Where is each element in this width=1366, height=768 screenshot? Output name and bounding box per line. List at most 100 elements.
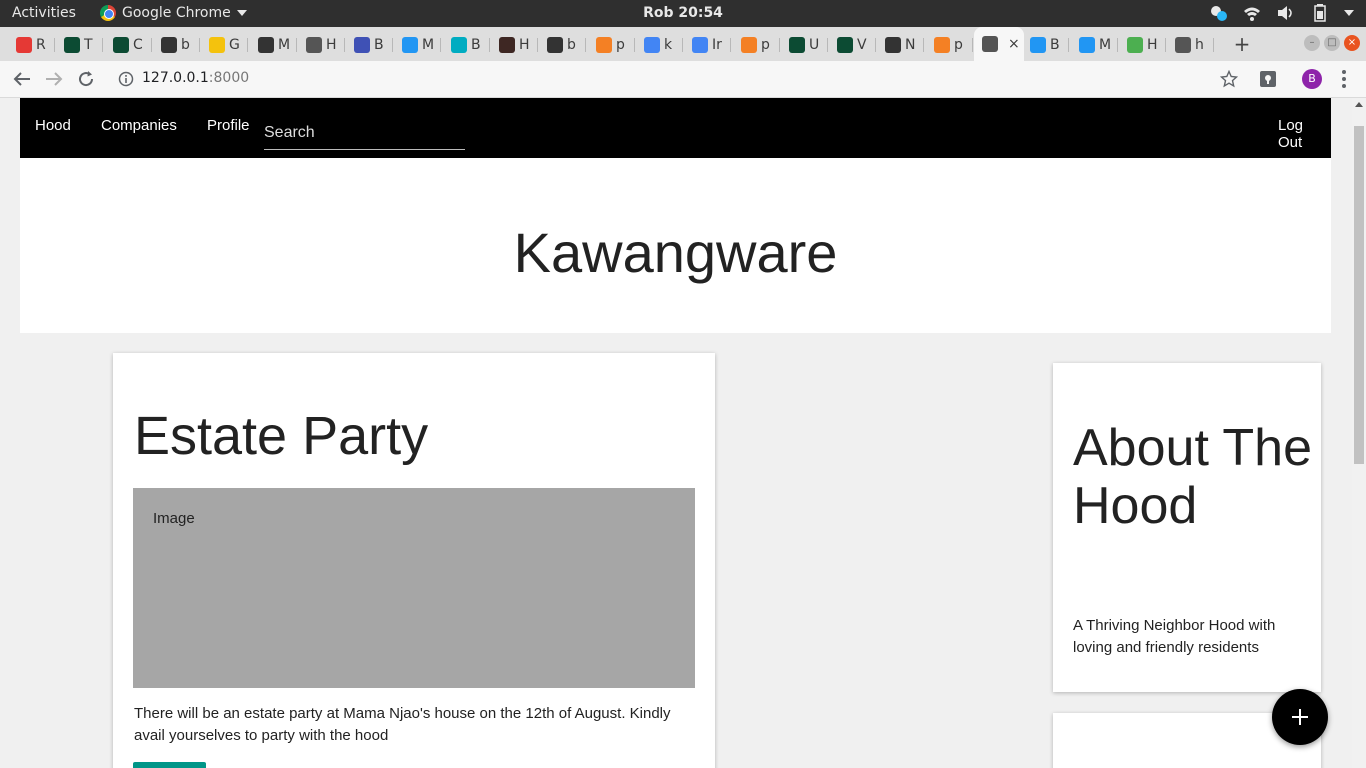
post-action-button[interactable] bbox=[133, 762, 206, 768]
browser-tab[interactable]: G bbox=[201, 32, 248, 58]
menu-dots-icon[interactable] bbox=[1337, 68, 1351, 90]
page-viewport: Hood Companies Profile Log Out Kawangwar… bbox=[0, 98, 1352, 768]
battery-icon[interactable] bbox=[1310, 3, 1330, 23]
info-icon[interactable] bbox=[118, 71, 134, 87]
tab-favicon-icon bbox=[1175, 37, 1191, 53]
browser-tab[interactable]: H bbox=[491, 32, 538, 58]
post-body: There will be an estate party at Mama Nj… bbox=[134, 705, 671, 744]
tab-title: M bbox=[1099, 37, 1112, 53]
browser-tab[interactable]: k bbox=[636, 32, 683, 58]
browser-tab[interactable]: V bbox=[829, 32, 876, 58]
browser-tab[interactable]: M bbox=[1071, 32, 1118, 58]
tab-favicon-icon bbox=[596, 37, 612, 53]
tab-title: b bbox=[181, 37, 190, 53]
browser-tab[interactable]: p bbox=[926, 32, 973, 58]
browser-tab[interactable]: B bbox=[1022, 32, 1069, 58]
nav-logout-link[interactable]: Log Out bbox=[1278, 117, 1331, 151]
tab-favicon-icon bbox=[16, 37, 32, 53]
tab-title: H bbox=[1147, 37, 1158, 53]
tab-favicon-icon bbox=[258, 37, 274, 53]
hood-header: Kawangware bbox=[20, 158, 1331, 333]
tab-separator bbox=[537, 38, 538, 52]
tab-separator bbox=[827, 38, 828, 52]
tab-title: b bbox=[567, 37, 576, 53]
app-menu[interactable]: Google Chrome bbox=[100, 5, 247, 21]
about-card: About The Hood A Thriving Neighbor Hood … bbox=[1053, 363, 1321, 692]
post-image: Image bbox=[133, 488, 695, 688]
tab-separator bbox=[923, 38, 924, 52]
tab-separator bbox=[585, 38, 586, 52]
browser-tab[interactable]: b bbox=[153, 32, 200, 58]
browser-tab[interactable]: p bbox=[588, 32, 635, 58]
profile-avatar[interactable]: B bbox=[1302, 69, 1322, 89]
bookmark-star-icon[interactable] bbox=[1220, 70, 1238, 88]
tab-separator bbox=[102, 38, 103, 52]
tab-separator bbox=[1117, 38, 1118, 52]
page-scrollbar[interactable] bbox=[1352, 98, 1366, 768]
maximize-button[interactable]: □ bbox=[1324, 35, 1340, 51]
tab-title: U bbox=[809, 37, 820, 53]
browser-tab[interactable]: B bbox=[346, 32, 393, 58]
reload-icon[interactable] bbox=[75, 68, 97, 90]
activities-button[interactable]: Activities bbox=[12, 5, 76, 21]
browser-tab[interactable]: b bbox=[539, 32, 586, 58]
browser-tab[interactable]: H bbox=[298, 32, 345, 58]
image-placeholder-label: Image bbox=[153, 510, 195, 527]
tab-separator bbox=[247, 38, 248, 52]
browser-tab[interactable]: N bbox=[877, 32, 924, 58]
volume-icon[interactable] bbox=[1276, 3, 1296, 23]
browser-tab[interactable]: R bbox=[8, 32, 55, 58]
weather-icon[interactable] bbox=[1208, 3, 1228, 23]
tab-separator bbox=[779, 38, 780, 52]
nav-companies-link[interactable]: Companies bbox=[101, 117, 177, 134]
tab-separator bbox=[972, 38, 973, 52]
gnome-top-bar: Activities Google Chrome Rob 20:54 bbox=[0, 0, 1366, 27]
chrome-icon bbox=[100, 5, 116, 21]
tab-favicon-icon bbox=[982, 36, 998, 52]
chevron-down-icon[interactable] bbox=[1344, 10, 1354, 16]
new-tab-button[interactable]: + bbox=[1232, 34, 1252, 54]
browser-tab[interactable]: × bbox=[974, 27, 1024, 61]
browser-tab[interactable]: B bbox=[443, 32, 490, 58]
tab-favicon-icon bbox=[113, 37, 129, 53]
browser-tab[interactable]: Ir bbox=[684, 32, 731, 58]
tab-title: R bbox=[36, 37, 46, 53]
tab-strip: R T Cb G M H B M B Hb p k Ir p U V Np × B M Hh bbox=[0, 27, 1366, 61]
tab-separator bbox=[151, 38, 152, 52]
scroll-up-icon[interactable] bbox=[1355, 102, 1363, 107]
tab-favicon-icon bbox=[402, 37, 418, 53]
about-title: About The Hood bbox=[1073, 419, 1313, 535]
extension-icon[interactable] bbox=[1259, 70, 1277, 88]
tab-title: H bbox=[326, 37, 337, 53]
tab-favicon-icon bbox=[1127, 37, 1143, 53]
address-bar[interactable]: 127.0.0.1:8000 bbox=[108, 65, 1248, 94]
system-tray[interactable] bbox=[1208, 3, 1354, 23]
browser-tab[interactable]: T bbox=[56, 32, 103, 58]
minimize-button[interactable]: – bbox=[1304, 35, 1320, 51]
tab-separator bbox=[199, 38, 200, 52]
browser-tab[interactable]: p bbox=[733, 32, 780, 58]
browser-tab[interactable]: M bbox=[250, 32, 297, 58]
browser-tab[interactable]: M bbox=[394, 32, 441, 58]
close-window-button[interactable]: × bbox=[1344, 35, 1360, 51]
add-fab-button[interactable] bbox=[1272, 689, 1328, 745]
search-input[interactable] bbox=[264, 108, 465, 150]
nav-profile-link[interactable]: Profile bbox=[207, 117, 250, 134]
tab-favicon-icon bbox=[885, 37, 901, 53]
tab-title: G bbox=[229, 37, 240, 53]
browser-tab[interactable]: H bbox=[1119, 32, 1166, 58]
tab-separator bbox=[634, 38, 635, 52]
forward-icon[interactable] bbox=[43, 68, 65, 90]
back-icon[interactable] bbox=[11, 68, 33, 90]
hood-name: Kawangware bbox=[513, 221, 838, 284]
tab-title: N bbox=[905, 37, 916, 53]
tab-favicon-icon bbox=[161, 37, 177, 53]
close-tab-icon[interactable]: × bbox=[1008, 36, 1020, 52]
url-text[interactable]: 127.0.0.1:8000 bbox=[142, 70, 249, 86]
scrollbar-thumb[interactable] bbox=[1354, 126, 1364, 464]
nav-hood-link[interactable]: Hood bbox=[35, 117, 71, 134]
wifi-icon[interactable] bbox=[1242, 3, 1262, 23]
browser-tab[interactable]: C bbox=[105, 32, 152, 58]
browser-tab[interactable]: h bbox=[1167, 32, 1214, 58]
browser-tab[interactable]: U bbox=[781, 32, 828, 58]
